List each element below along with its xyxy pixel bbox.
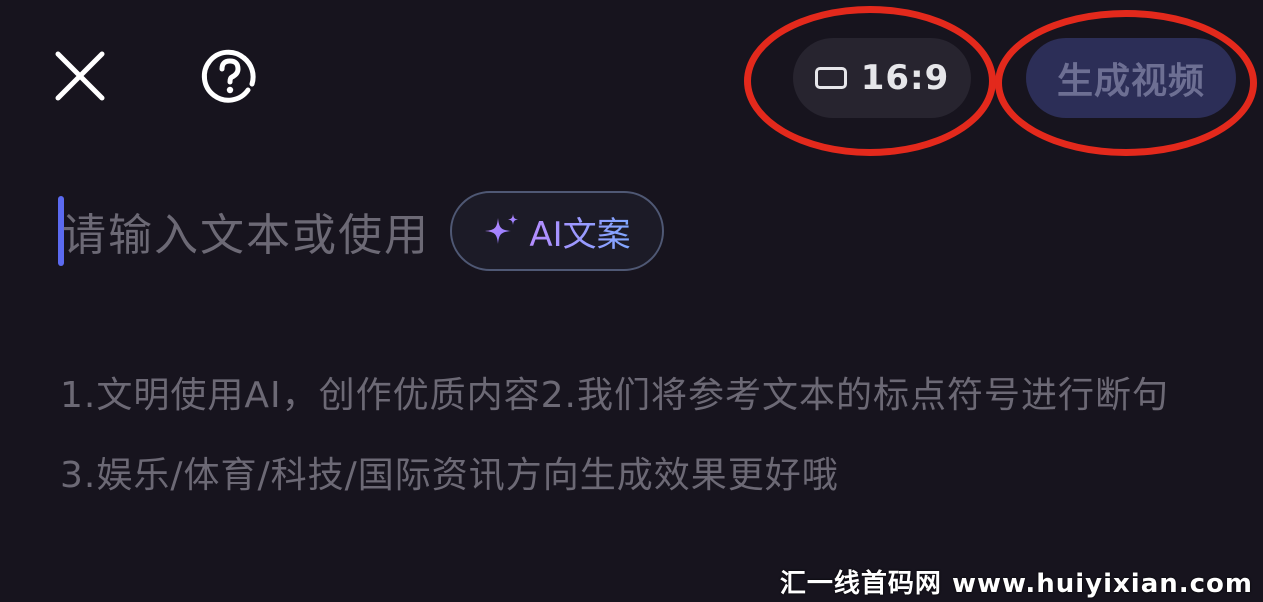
aspect-ratio-label: 16:9: [860, 58, 950, 98]
close-button[interactable]: [52, 48, 108, 104]
help-button[interactable]: [200, 46, 260, 106]
aspect-ratio-button[interactable]: 16:9: [793, 38, 971, 118]
ai-copywriting-button[interactable]: AI文案: [450, 191, 664, 271]
help-question-icon: [201, 49, 256, 103]
generate-video-button[interactable]: 生成视频: [1026, 38, 1236, 118]
sparkle-icon: [485, 214, 519, 244]
usage-hint-text: 1.文明使用AI，创作优质内容2.我们将参考文本的标点符号进行断句3.娱乐/体育…: [60, 375, 1169, 496]
text-input-row: 请输入文本或使用 AI文案: [58, 186, 664, 276]
site-watermark: 汇一线首码网 www.huiyixian.com: [779, 569, 1253, 599]
top-bar: 16:9 生成视频: [0, 0, 1263, 156]
close-icon: [55, 51, 105, 101]
text-input-placeholder[interactable]: 请输入文本或使用: [62, 199, 430, 263]
aspect-ratio-rectangle-icon: [814, 67, 847, 89]
generate-video-label: 生成视频: [1056, 61, 1205, 102]
ai-copywriting-label: AI文案: [529, 207, 630, 256]
